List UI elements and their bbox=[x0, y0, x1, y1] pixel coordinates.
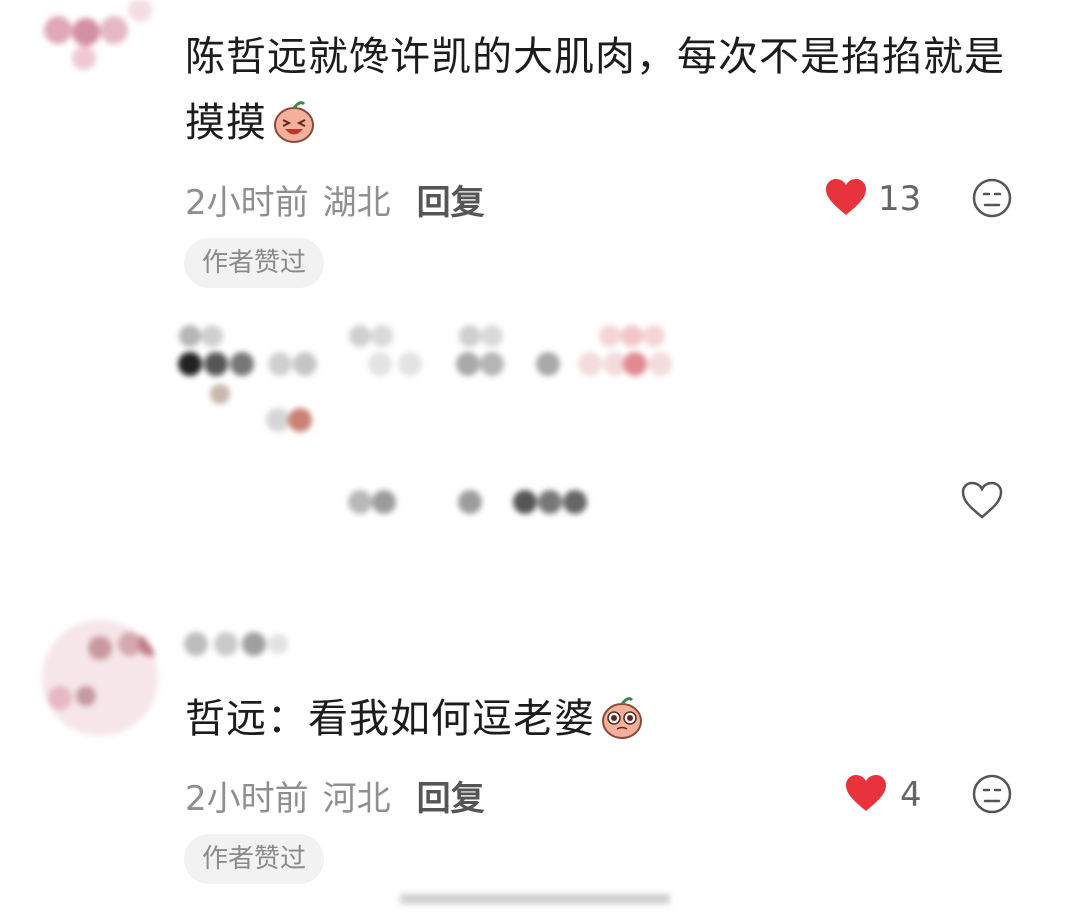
avatar[interactable] bbox=[40, 0, 160, 80]
badge-label: 作者赞过 bbox=[184, 238, 325, 288]
comment-location: 河北 bbox=[322, 778, 391, 819]
reply-like-button[interactable] bbox=[958, 480, 1006, 524]
laugh-emoji-icon bbox=[271, 98, 317, 144]
avatar[interactable] bbox=[40, 618, 160, 738]
username[interactable] bbox=[178, 628, 298, 660]
pleading-emoji-icon bbox=[599, 694, 645, 740]
author-liked-badge: 作者赞过 bbox=[184, 238, 325, 288]
reply-button[interactable]: 回复 bbox=[417, 771, 485, 820]
heart-filled-icon bbox=[824, 177, 868, 221]
heart-outline-icon bbox=[960, 480, 1004, 524]
like-button[interactable]: 4 bbox=[844, 772, 922, 818]
dislike-button[interactable] bbox=[970, 178, 1014, 222]
comment-meta: 2小时前 河北 回复 bbox=[185, 771, 485, 820]
comment-text: 陈哲远就馋许凯的大肌肉，每次不是掐掐就是摸摸 bbox=[185, 24, 1035, 156]
reply-button[interactable]: 回复 bbox=[417, 175, 485, 224]
comment-text-content: 哲远：看我如何逗老婆 bbox=[185, 696, 595, 742]
comment-time: 2小时前 bbox=[185, 182, 309, 223]
comment-location: 湖北 bbox=[322, 182, 391, 223]
author-liked-badge: 作者赞过 bbox=[184, 834, 325, 884]
heart-filled-icon bbox=[844, 773, 888, 817]
comment-text: 哲远：看我如何逗老婆 bbox=[185, 686, 1035, 752]
meh-face-icon bbox=[971, 773, 1013, 819]
badge-label: 作者赞过 bbox=[184, 834, 325, 884]
like-count: 13 bbox=[878, 179, 922, 219]
meh-face-icon bbox=[971, 177, 1013, 223]
like-button[interactable]: 13 bbox=[824, 176, 921, 222]
collapsed-reply-content[interactable] bbox=[170, 318, 690, 548]
like-count: 4 bbox=[900, 775, 922, 815]
comment-meta: 2小时前 湖北 回复 bbox=[185, 175, 485, 224]
dislike-button[interactable] bbox=[970, 774, 1014, 818]
comment-time: 2小时前 bbox=[185, 778, 309, 819]
expand-replies-link[interactable] bbox=[400, 880, 670, 916]
